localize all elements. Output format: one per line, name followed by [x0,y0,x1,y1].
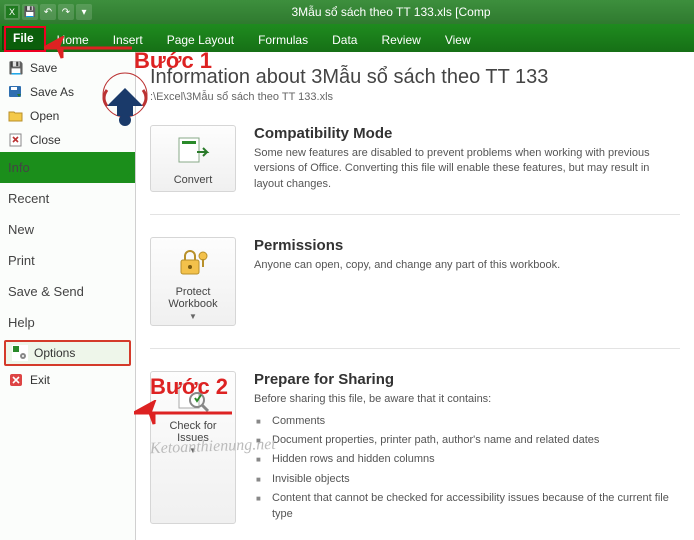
redo-icon[interactable]: ↷ [58,4,74,20]
save-as-icon [8,84,24,100]
issues-list: Comments Document properties, printer pa… [254,412,680,524]
svg-text:X: X [9,7,15,17]
section-title: Permissions [254,237,680,254]
section-prepare-sharing: Check for Issues ▼ Prepare for Sharing B… [150,349,680,540]
options-icon [12,345,28,361]
annotation-arrow-1 [44,36,134,60]
tab-file[interactable]: File [2,26,45,50]
section-text: Some new features are disabled to preven… [254,146,680,192]
annotation-arrow-2 [134,400,234,426]
button-label: Convert [174,174,213,186]
file-path-text: :\Excel\3Mẫu sổ sách theo TT 133.xls [150,91,333,103]
menu-label: Close [30,133,61,147]
tab-data[interactable]: Data [320,28,369,52]
save-icon[interactable]: 💾 [22,4,38,20]
menu-label: Save & Send [8,284,84,299]
lock-icon [173,246,213,280]
menu-label: New [8,222,34,237]
undo-icon[interactable]: ↶ [40,4,56,20]
close-icon [8,132,24,148]
menu-label: Options [34,346,75,360]
backstage-content: Information about 3Mẫu sổ sách theo TT 1… [136,52,694,540]
tab-formulas[interactable]: Formulas [246,28,320,52]
menu-options[interactable]: Options [4,340,131,366]
annotation-step2-label: Bước 2 [150,374,228,400]
file-path: :\Excel\3Mẫu sổ sách theo TT 133.xls [150,91,680,103]
menu-label: Print [8,253,35,268]
dropdown-arrow-icon: ▼ [189,446,197,455]
menu-label: Exit [30,373,50,387]
list-item: Content that cannot be checked for acces… [254,489,680,524]
list-item: Invisible objects [254,470,680,489]
menu-print[interactable]: Print [0,245,135,276]
tab-view[interactable]: View [433,28,483,52]
menu-info[interactable]: Info [0,152,135,183]
menu-label: Save As [30,85,74,99]
menu-label: Save [30,61,57,75]
button-label: Protect Workbook [155,286,231,310]
exit-icon [8,372,24,388]
section-title: Compatibility Mode [254,125,680,142]
menu-save-send[interactable]: Save & Send [0,276,135,307]
excel-app-icon[interactable]: X [4,4,20,20]
section-text: Anyone can open, copy, and change any pa… [254,258,680,273]
customize-icon[interactable]: ▾ [76,4,92,20]
section-title: Prepare for Sharing [254,371,680,388]
list-item: Document properties, printer path, autho… [254,431,680,450]
list-item: Hidden rows and hidden columns [254,450,680,469]
menu-label: Recent [8,191,49,206]
menu-new[interactable]: New [0,214,135,245]
menu-label: Help [8,315,35,330]
section-permissions: Protect Workbook ▼ Permissions Anyone ca… [150,215,680,349]
list-item: Comments [254,412,680,431]
window-title: 3Mẫu sổ sách theo TT 133.xls [Comp [92,5,690,19]
menu-label: Open [30,109,59,123]
page-title: Information about 3Mẫu sổ sách theo TT 1… [150,66,680,89]
tab-review[interactable]: Review [369,28,432,52]
title-bar: X 💾 ↶ ↷ ▾ 3Mẫu sổ sách theo TT 133.xls [… [0,0,694,24]
menu-exit[interactable]: Exit [0,368,135,392]
menu-help[interactable]: Help [0,307,135,338]
dropdown-arrow-icon: ▼ [189,312,197,321]
logo-watermark [90,70,160,150]
convert-button[interactable]: Convert [150,125,236,192]
convert-icon [173,134,213,168]
menu-label: Info [8,160,30,175]
intro-text: Before sharing this file, be aware that … [254,393,491,405]
menu-recent[interactable]: Recent [0,183,135,214]
section-compatibility: Convert Compatibility Mode Some new feat… [150,103,680,215]
annotation-step1-label: Bước 1 [134,48,212,74]
save-icon: 💾 [8,60,24,76]
open-icon [8,108,24,124]
quick-access-toolbar: X 💾 ↶ ↷ ▾ [4,4,92,20]
protect-workbook-button[interactable]: Protect Workbook ▼ [150,237,236,326]
section-text: Before sharing this file, be aware that … [254,392,680,524]
